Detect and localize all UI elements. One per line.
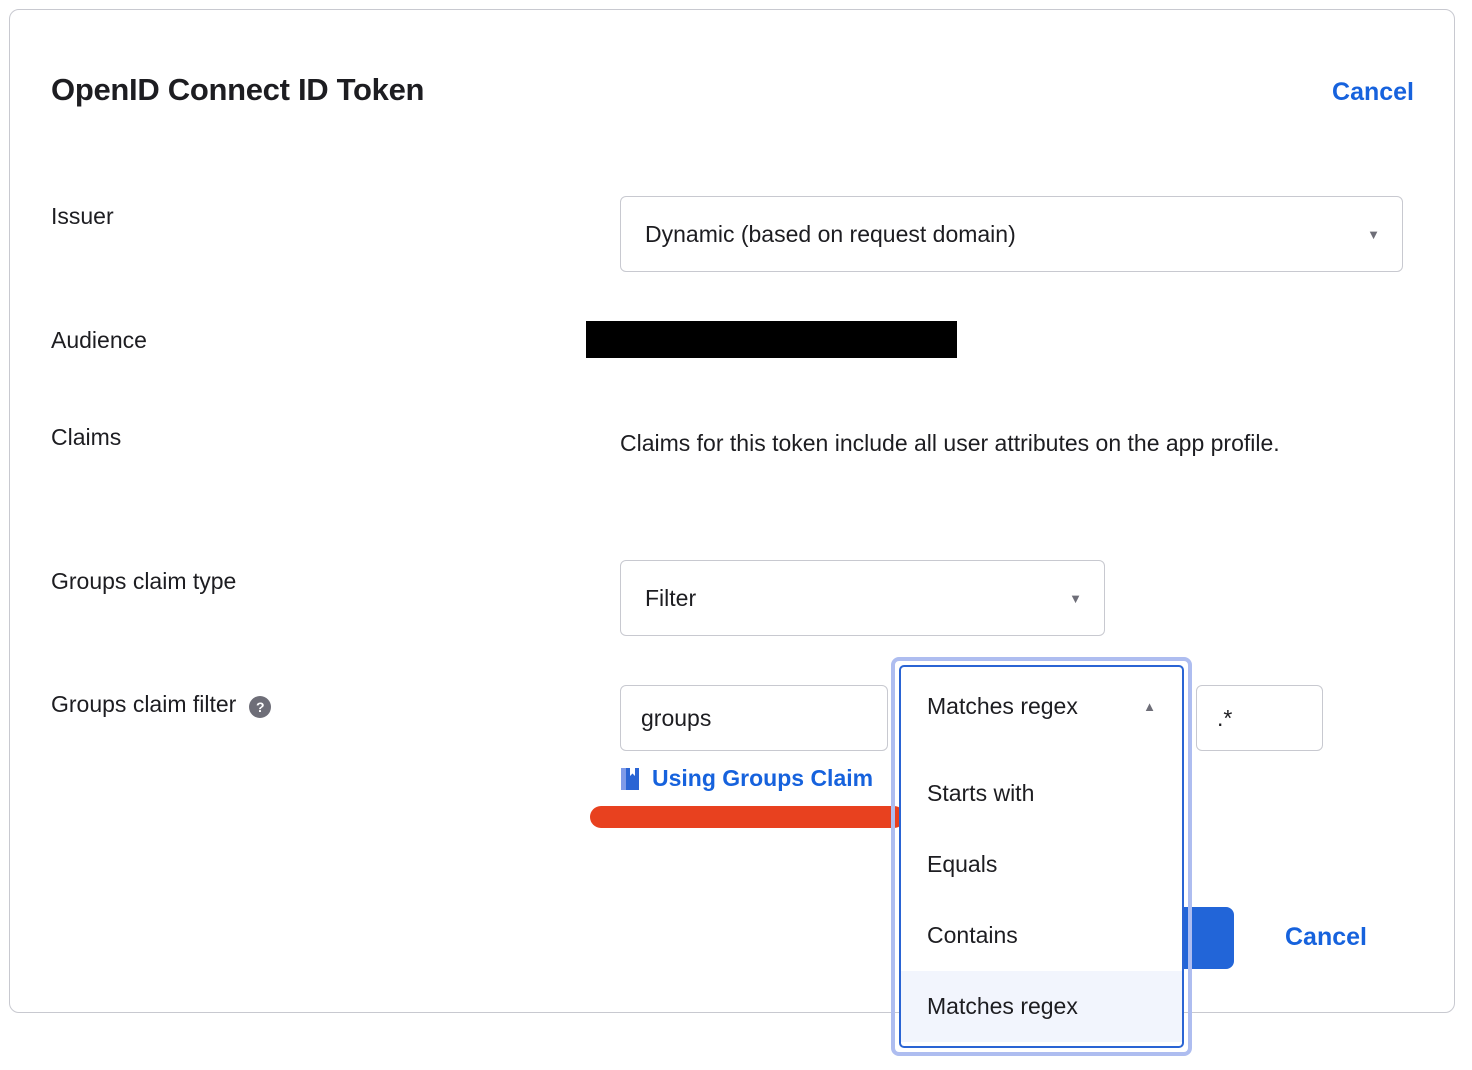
using-groups-claim-link[interactable]: Using Groups Claim: [620, 765, 873, 792]
chevron-down-icon: ▼: [1367, 228, 1380, 241]
operator-dropdown-menu: Starts with Equals Contains Matches rege…: [899, 745, 1184, 1048]
groups-claim-type-value: Filter: [621, 585, 1069, 612]
issuer-label: Issuer: [51, 203, 114, 230]
openid-connect-id-token-card: OpenID Connect ID Token Cancel Issuer Dy…: [9, 9, 1455, 1013]
groups-claim-type-select[interactable]: Filter ▼: [620, 560, 1105, 636]
operator-select-value: Matches regex: [901, 693, 1143, 720]
dropdown-option-matches-regex[interactable]: Matches regex: [901, 971, 1182, 1042]
chevron-up-icon: ▲: [1143, 700, 1156, 713]
using-groups-claim-link-label: Using Groups Claim: [652, 765, 873, 792]
dropdown-option-equals[interactable]: Equals: [901, 829, 1182, 900]
issuer-select-value: Dynamic (based on request domain): [621, 221, 1367, 248]
groups-claim-filter-name-input[interactable]: [620, 685, 888, 751]
chevron-down-icon: ▼: [1069, 592, 1082, 605]
red-annotation-highlight: [590, 806, 905, 828]
audience-label: Audience: [51, 327, 147, 354]
claims-label: Claims: [51, 424, 121, 451]
groups-claim-filter-operator-select[interactable]: Matches regex ▲: [899, 665, 1184, 747]
dropdown-option-starts-with[interactable]: Starts with: [901, 758, 1182, 829]
issuer-select[interactable]: Dynamic (based on request domain) ▼: [620, 196, 1403, 272]
bottom-cancel-link[interactable]: Cancel: [1285, 923, 1367, 952]
help-icon[interactable]: ?: [249, 696, 271, 718]
dropdown-option-contains[interactable]: Contains: [901, 900, 1182, 971]
page-title: OpenID Connect ID Token: [51, 72, 424, 108]
groups-claim-filter-expression-input[interactable]: [1196, 685, 1323, 751]
groups-claim-filter-label: Groups claim filter: [51, 691, 236, 718]
book-icon: [620, 767, 640, 791]
top-cancel-link[interactable]: Cancel: [1332, 78, 1414, 107]
claims-description: Claims for this token include all user a…: [620, 420, 1380, 467]
groups-claim-type-label: Groups claim type: [51, 568, 236, 595]
groups-claim-filter-label-group: Groups claim filter ?: [51, 691, 271, 718]
screenshot-root: OpenID Connect ID Token Cancel Issuer Dy…: [0, 0, 1472, 1070]
audience-redaction-bar: [586, 321, 957, 358]
